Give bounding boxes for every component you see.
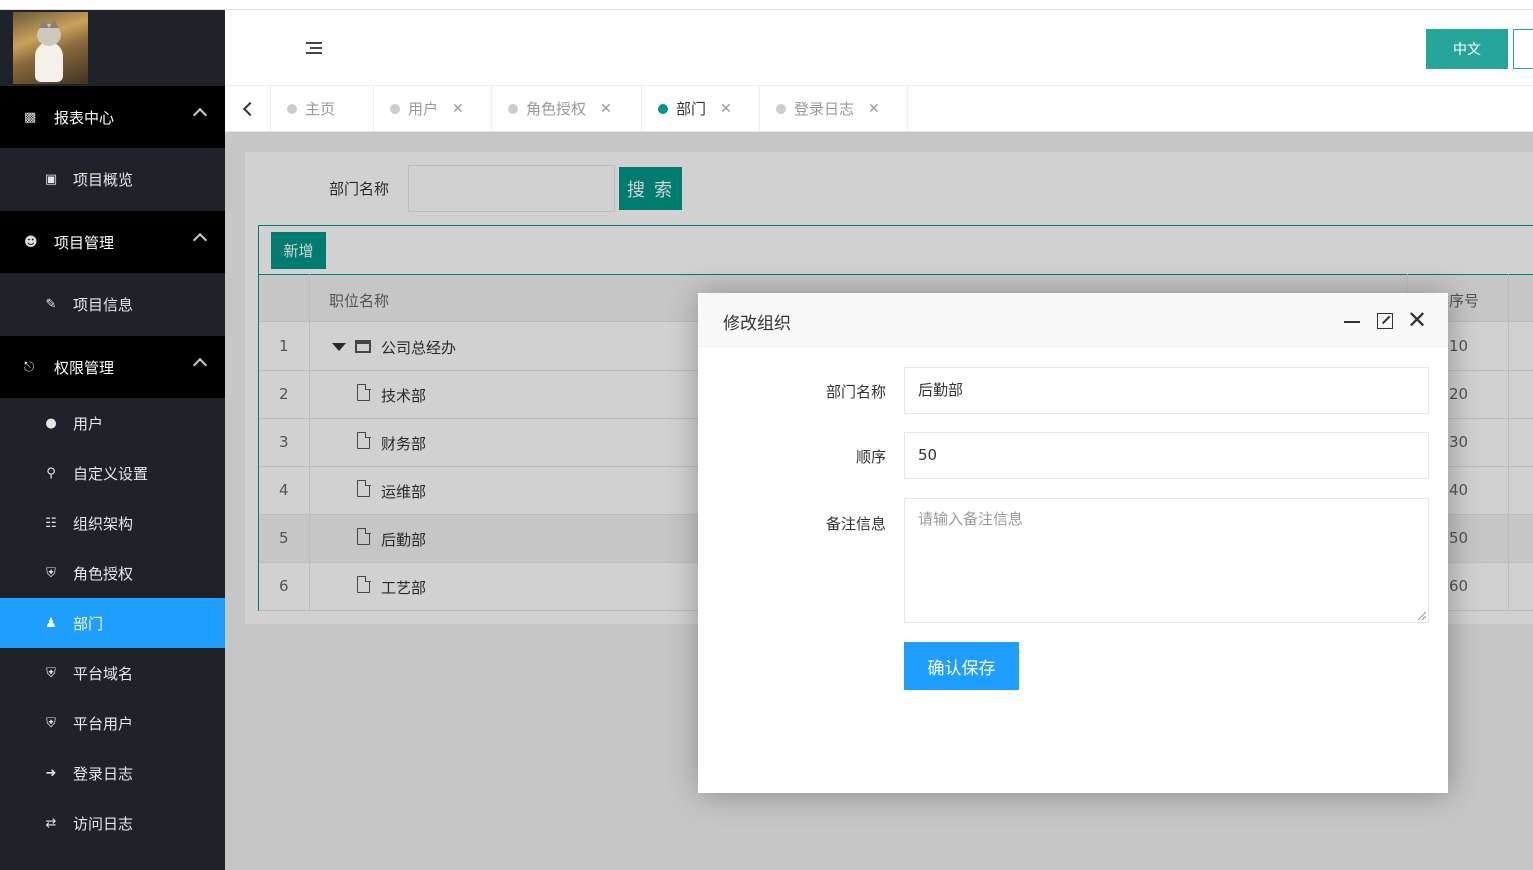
- dialog-header: 修改组织 ✕: [698, 293, 1448, 347]
- sidebar-item-label: 自定义设置: [73, 464, 149, 483]
- user-icon: ●: [45, 415, 57, 431]
- menu-group-label: 报表中心: [54, 108, 115, 127]
- close-icon[interactable]: ✕: [452, 101, 464, 117]
- tab-label: 用户: [408, 100, 439, 118]
- sidebar-item-project-info[interactable]: ✎ 项目信息: [0, 273, 225, 336]
- sidebar-item-role-auth[interactable]: ⛨ 角色授权: [0, 548, 225, 598]
- sidebar-item-department[interactable]: ♟ 部门: [0, 598, 225, 648]
- shield-icon: ⛨: [46, 715, 56, 731]
- edit-org-dialog: 修改组织 ✕ 部门名称 后勤部 顺序 50 备注信息 请输入备注信息 确认保存: [698, 293, 1448, 793]
- sidebar-item-label: 部门: [73, 614, 104, 633]
- dept-name-label: 部门名称: [825, 383, 886, 401]
- menu-group-project-management[interactable]: ☻ 项目管理: [0, 211, 225, 273]
- sidebar-item-label: 用户: [73, 414, 104, 433]
- dept-name-field[interactable]: 后勤部: [904, 367, 1429, 414]
- sidebar: ▩ 报表中心 ▣ 项目概览 ☻ 项目管理 ✎ 项目信息 ⎋ 权限管理 ● 用户 …: [0, 10, 225, 870]
- sidebar-item-label: 项目概览: [73, 171, 134, 189]
- tab-label: 主页: [305, 100, 336, 118]
- random-icon: ⇄: [45, 815, 57, 831]
- avatar[interactable]: [13, 12, 88, 84]
- header: 中文: [225, 10, 1533, 86]
- sidebar-item-platform-users[interactable]: ⛨ 平台用户: [0, 698, 225, 748]
- logo-area: [0, 10, 225, 86]
- sidebar-item-project-overview[interactable]: ▣ 项目概览: [0, 148, 225, 211]
- key-icon: ⚲: [46, 465, 56, 481]
- top-border: [0, 0, 1533, 10]
- sidebar-item-label: 项目信息: [73, 296, 134, 314]
- sidebar-item-org-structure[interactable]: ☷ 组织架构: [0, 498, 225, 548]
- tab-dot: [508, 104, 518, 114]
- avatar-cat-head: [37, 19, 61, 46]
- sidebar-item-label: 访问日志: [73, 814, 134, 833]
- sidebar-item-platform-domain[interactable]: ⛨ 平台域名: [0, 648, 225, 698]
- remark-label: 备注信息: [825, 515, 886, 533]
- sidebar-item-users[interactable]: ● 用户: [0, 398, 225, 448]
- menu-group-reports[interactable]: ▩ 报表中心: [0, 86, 225, 148]
- maximize-icon[interactable]: [1377, 313, 1393, 329]
- tab-login-log[interactable]: 登录日志 ✕: [760, 86, 908, 131]
- sidebar-item-label: 角色授权: [73, 564, 134, 583]
- confirm-save-button[interactable]: 确认保存: [904, 642, 1019, 690]
- close-icon[interactable]: ✕: [868, 101, 880, 117]
- tab-home[interactable]: 主页: [271, 86, 374, 131]
- tab-role-auth[interactable]: 角色授权 ✕: [492, 86, 642, 131]
- sidebar-item-label: 平台用户: [73, 714, 134, 733]
- avatar-cat-body: [35, 42, 63, 82]
- sidebar-item-custom-settings[interactable]: ⚲ 自定义设置: [0, 448, 225, 498]
- image-icon: ▣: [44, 172, 58, 187]
- tab-dot: [658, 104, 668, 114]
- tab-scroll-left-button[interactable]: [225, 86, 271, 131]
- tab-department[interactable]: 部门 ✕: [642, 86, 760, 131]
- user-tie-icon: ☻: [24, 234, 38, 250]
- tab-dot: [390, 104, 400, 114]
- close-icon[interactable]: ✕: [600, 101, 612, 117]
- shield-icon: ⛨: [46, 565, 56, 581]
- unlock-icon: ⎋: [24, 359, 35, 375]
- sidebar-item-login-log[interactable]: ➜ 登录日志: [0, 748, 225, 798]
- menu-toggle-icon[interactable]: [306, 42, 322, 54]
- sidebar-item-label: 登录日志: [73, 764, 134, 783]
- order-field[interactable]: 50: [904, 432, 1429, 479]
- tab-label: 部门: [676, 100, 707, 118]
- close-icon[interactable]: ✕: [1407, 306, 1427, 334]
- sidebar-item-label: 平台域名: [73, 664, 134, 683]
- menu-group-label: 权限管理: [54, 358, 115, 377]
- shield-icon: ⛨: [46, 665, 56, 681]
- dialog-title: 修改组织: [723, 314, 791, 334]
- tab-label: 角色授权: [526, 100, 587, 118]
- minimize-icon[interactable]: [1344, 321, 1360, 323]
- sidebar-item-label: 组织架构: [73, 514, 134, 533]
- users-icon: ♟: [45, 615, 57, 631]
- pen-icon: ✎: [45, 297, 57, 312]
- tab-users[interactable]: 用户 ✕: [374, 86, 492, 131]
- remark-textarea[interactable]: 请输入备注信息: [904, 498, 1429, 623]
- chevron-up-icon: [192, 232, 208, 248]
- chevron-up-icon: [192, 107, 208, 123]
- chevron-up-icon: [192, 357, 208, 373]
- tab-dot: [287, 104, 297, 114]
- sidebar-item-access-log[interactable]: ⇄ 访问日志: [0, 798, 225, 848]
- menu-group-permissions[interactable]: ⎋ 权限管理: [0, 336, 225, 398]
- language-button[interactable]: 中文: [1426, 29, 1508, 69]
- sitemap-icon: ☷: [45, 515, 57, 531]
- menu-group-label: 项目管理: [54, 233, 115, 252]
- close-icon[interactable]: ✕: [720, 101, 732, 117]
- order-label: 顺序: [855, 448, 886, 466]
- tab-bar: 主页 用户 ✕ 角色授权 ✕ 部门 ✕ 登录日志 ✕: [225, 86, 1533, 132]
- sign-in-icon: ➜: [45, 765, 57, 781]
- tab-dot: [776, 104, 786, 114]
- bar-chart-icon: ▩: [24, 109, 37, 125]
- secondary-header-button[interactable]: [1513, 29, 1533, 69]
- chevron-left-icon: [242, 101, 257, 116]
- tab-label: 登录日志: [794, 100, 855, 118]
